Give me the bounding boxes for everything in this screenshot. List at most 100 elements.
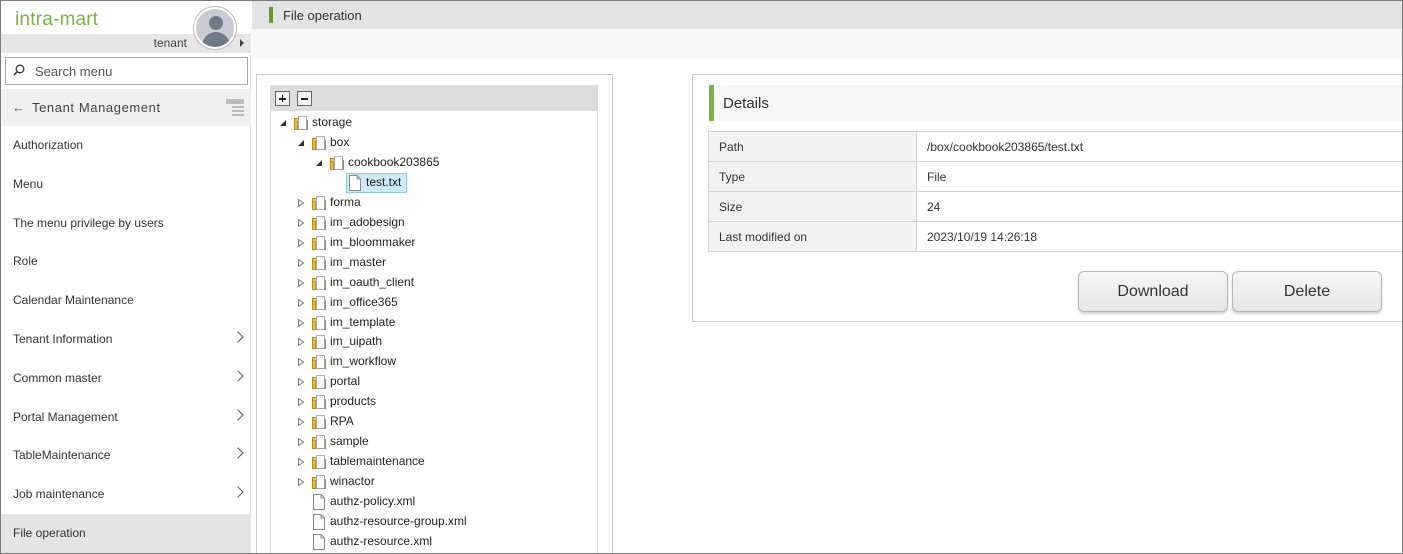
caret-down-icon[interactable]	[315, 159, 323, 167]
back-label: Tenant Management	[32, 100, 161, 115]
caret-right-icon[interactable]	[297, 238, 305, 247]
caret-right-icon[interactable]	[297, 398, 305, 407]
menu-item-table-maintenance[interactable]: TableMaintenance	[1, 436, 251, 475]
menu-item-label: The menu privilege by users	[13, 216, 164, 230]
avatar[interactable]	[194, 7, 236, 49]
tree-file[interactable]: authz-policy.xml	[271, 492, 591, 512]
caret-right-icon[interactable]	[297, 318, 305, 327]
search-menu-box[interactable]: Search menu	[5, 57, 248, 85]
back-to-tenant-management[interactable]: ← Tenant Management	[1, 89, 251, 126]
chevron-right-icon	[232, 370, 244, 382]
caret-right-icon[interactable]	[297, 378, 305, 387]
menu-item-role[interactable]: Role	[1, 242, 251, 281]
tree-folder[interactable]: im_uipath	[271, 332, 591, 352]
caret-right-icon[interactable]	[297, 298, 305, 307]
caret-right-icon[interactable]	[297, 458, 305, 467]
tree-folder[interactable]: portal	[271, 372, 591, 392]
download-button[interactable]: Download	[1078, 271, 1228, 312]
tree-folder[interactable]: winactor	[271, 472, 591, 492]
tenant-label[interactable]: tenant	[154, 36, 187, 50]
menu-item-calendar-maintenance[interactable]: Calendar Maintenance	[1, 281, 251, 320]
caret-right-icon[interactable]	[297, 438, 305, 447]
tree-node-label: im_adobesign	[330, 214, 405, 229]
menu-item-portal-management[interactable]: Portal Management	[1, 398, 251, 437]
tree-folder[interactable]: forma	[271, 193, 591, 213]
caret-down-icon[interactable]	[297, 139, 305, 147]
menu-item-label: Portal Management	[13, 410, 118, 424]
folder-icon	[312, 335, 326, 350]
tree-folder[interactable]: im_office365	[271, 293, 591, 313]
menu-item-label: Common master	[13, 371, 102, 385]
tree-folder[interactable]: im_oauth_client	[271, 273, 591, 293]
tree-folder[interactable]: products	[271, 392, 591, 412]
tree-folder[interactable]: RPA	[271, 412, 591, 432]
folder-icon	[312, 415, 326, 430]
tree-folder[interactable]: storage	[271, 113, 591, 133]
tree-file[interactable]: authz-resource-group.xml	[271, 512, 591, 532]
search-input[interactable]: Search menu	[35, 64, 112, 79]
tree-folder[interactable]: im_adobesign	[271, 213, 591, 233]
caret-right-icon[interactable]	[240, 39, 244, 47]
menu-item-label: File operation	[13, 526, 86, 540]
caret-right-icon[interactable]	[297, 418, 305, 427]
tree-node-label: forma	[330, 194, 361, 209]
details-header: Details	[709, 85, 1402, 121]
menu-item-file-operation[interactable]: File operation	[1, 514, 251, 553]
folder-icon	[312, 275, 326, 290]
delete-button[interactable]: Delete	[1232, 271, 1382, 312]
menu-item-menu[interactable]: Menu	[1, 165, 251, 204]
tree-node-label: authz-resource.xml	[330, 533, 433, 548]
arrow-left-icon: ←	[12, 100, 25, 115]
tree-folder[interactable]: cookbook203865	[271, 153, 591, 173]
caret-right-icon[interactable]	[297, 358, 305, 367]
details-title: Details	[723, 95, 769, 112]
detail-key: Last modified on	[708, 221, 917, 252]
chevron-right-icon	[232, 409, 244, 421]
tree-folder[interactable]: im_workflow	[271, 352, 591, 372]
folder-icon	[312, 295, 326, 310]
folder-icon	[312, 395, 326, 410]
caret-right-icon[interactable]	[297, 278, 305, 287]
file-tree-panel: storage box cookbook203865 test.txt forma im_…	[256, 74, 613, 553]
caret-right-icon[interactable]	[297, 198, 305, 207]
tree-folder[interactable]: im_bloommaker	[271, 233, 591, 253]
folder-icon	[312, 195, 326, 210]
tree-node-label: im_uipath	[330, 334, 383, 349]
menu-item-job-maintenance[interactable]: Job maintenance	[1, 475, 251, 514]
tree-folder[interactable]: im_template	[271, 313, 591, 333]
tree-file[interactable]: test.txt	[271, 172, 591, 193]
caret-right-icon[interactable]	[297, 478, 305, 487]
detail-value: 2023/10/19 14:26:18	[916, 221, 1402, 252]
tree-folder[interactable]: im_master	[271, 253, 591, 273]
search-icon	[13, 64, 25, 76]
file-tree: storage box cookbook203865 test.txt forma im_…	[270, 111, 598, 553]
folder-icon	[312, 475, 326, 490]
tree-node-label: cookbook203865	[348, 154, 440, 169]
caret-right-icon[interactable]	[297, 258, 305, 267]
menu-item-tenant-information[interactable]: Tenant Information	[1, 320, 251, 359]
menu-item-authorization[interactable]: Authorization	[1, 126, 251, 165]
app-logo[interactable]: intra-mart	[15, 9, 98, 31]
caret-right-icon[interactable]	[297, 218, 305, 227]
menu-stack-icon[interactable]	[225, 98, 245, 116]
caret-right-icon[interactable]	[297, 338, 305, 347]
menu-item-label: Authorization	[13, 138, 84, 152]
minus-icon[interactable]	[297, 91, 312, 106]
brand-area: intra-mart tenant	[1, 1, 251, 55]
tree-file[interactable]: authz-resource.xml	[271, 532, 591, 552]
page-header: File operation	[252, 1, 1402, 29]
menu-item-menu-privilege[interactable]: The menu privilege by users	[1, 204, 251, 243]
sub-header	[252, 29, 1402, 59]
caret-down-icon[interactable]	[279, 119, 287, 127]
tree-folder[interactable]: tablemaintenance	[271, 452, 591, 472]
tree-node-label: authz-resource-group.xml	[330, 514, 467, 528]
file-icon	[349, 174, 361, 191]
menu-item-common-master[interactable]: Common master	[1, 359, 251, 398]
tree-folder[interactable]: sample	[271, 432, 591, 452]
tree-folder[interactable]: box	[271, 133, 591, 153]
plus-icon[interactable]	[275, 91, 290, 106]
detail-key: Path	[708, 131, 917, 162]
file-icon	[313, 494, 325, 511]
chevron-right-icon	[232, 447, 244, 459]
folder-icon	[312, 136, 326, 150]
